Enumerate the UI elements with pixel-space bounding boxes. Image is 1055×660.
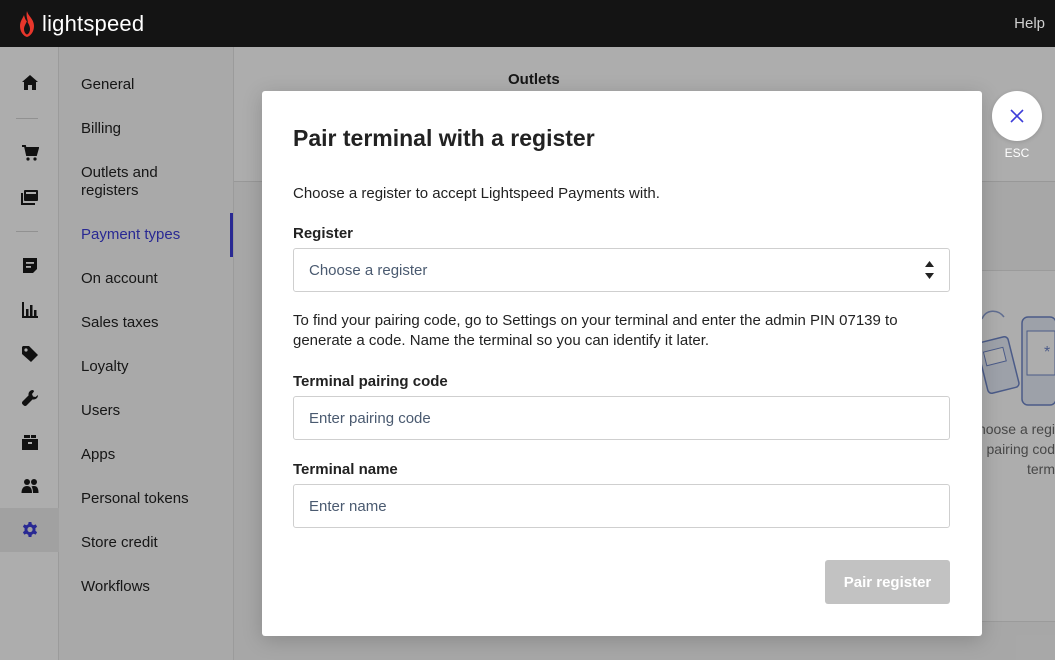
- register-select[interactable]: Choose a register: [293, 248, 950, 292]
- pairing-help-text: To find your pairing code, go to Setting…: [293, 312, 898, 349]
- lightspeed-logo[interactable]: lightspeed: [16, 10, 144, 38]
- modal-description: Choose a register to accept Lightspeed P…: [293, 185, 660, 202]
- esc-label: ESC: [1004, 146, 1030, 160]
- flame-icon: [20, 10, 34, 37]
- top-bar: lightspeed Help: [0, 0, 1055, 47]
- modal-title: Pair terminal with a register: [293, 125, 595, 151]
- help-link[interactable]: Help: [1014, 15, 1045, 32]
- terminal-name-input[interactable]: [293, 484, 950, 528]
- close-icon: [1010, 109, 1024, 123]
- terminal-name-label: Terminal name: [293, 461, 398, 478]
- pairing-code-input[interactable]: [293, 396, 950, 440]
- select-arrows-icon: [925, 261, 934, 279]
- register-select-value: Choose a register: [309, 261, 428, 279]
- pair-register-button[interactable]: Pair register: [825, 560, 950, 604]
- close-modal-button[interactable]: [992, 91, 1042, 141]
- brand-name: lightspeed: [42, 10, 145, 36]
- pair-terminal-modal: Pair terminal with a register Choose a r…: [262, 91, 982, 636]
- register-label: Register: [293, 225, 354, 242]
- pairing-code-label: Terminal pairing code: [293, 373, 448, 390]
